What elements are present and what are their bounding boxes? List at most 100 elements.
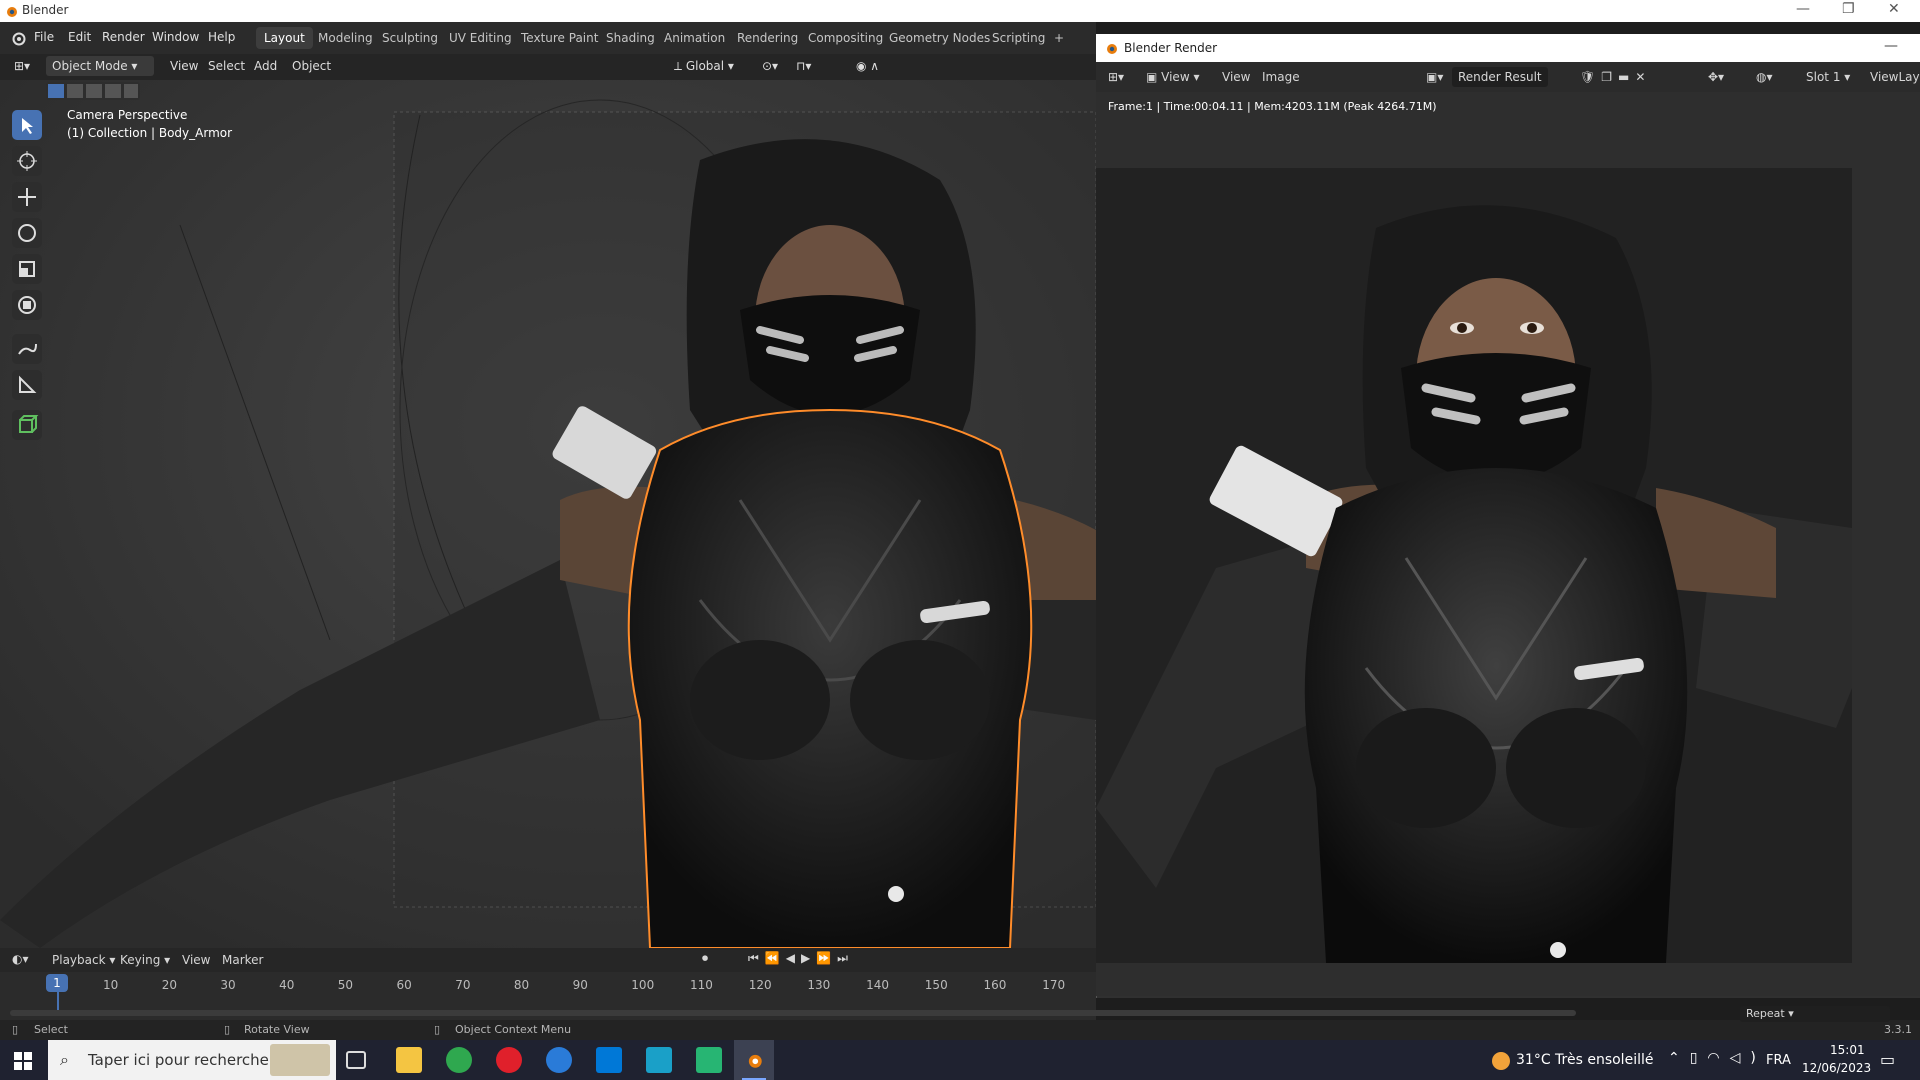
- opera-icon[interactable]: [496, 1047, 522, 1073]
- mode-dropdown[interactable]: Object Mode ▾: [46, 56, 154, 76]
- select-tool-icon[interactable]: [12, 110, 42, 140]
- render-minimize-icon[interactable]: —: [1884, 38, 1898, 54]
- cursor-tool-icon[interactable]: [12, 146, 42, 176]
- add-workspace-button[interactable]: +: [1046, 27, 1072, 49]
- tab-layout[interactable]: Layout: [256, 27, 313, 49]
- gizmo-icon[interactable]: ✥▾: [1708, 70, 1724, 84]
- menu-select[interactable]: Select: [202, 56, 251, 76]
- windows-start-icon[interactable]: [14, 1052, 32, 1070]
- menu-help[interactable]: Help: [208, 30, 235, 44]
- menu-rw-view[interactable]: View: [1222, 70, 1250, 84]
- frame-label: 170: [1042, 978, 1066, 992]
- selection-mode-group[interactable]: [46, 82, 140, 100]
- menu-object[interactable]: Object: [286, 56, 337, 76]
- playback-controls[interactable]: ⏮⏪◀▶⏩⏭: [748, 951, 854, 966]
- editor-type-icon[interactable]: ⊞▾: [8, 56, 36, 76]
- select-invert-icon[interactable]: [105, 84, 121, 98]
- view-layer-field[interactable]: ViewLaye: [1870, 70, 1920, 84]
- frame-label: 60: [396, 978, 412, 992]
- snap-icon[interactable]: ⊓▾: [790, 56, 817, 76]
- tab-texture-paint[interactable]: Texture Paint: [513, 27, 606, 49]
- restore-icon[interactable]: ❐: [1842, 1, 1855, 17]
- image-actions-icons[interactable]: 🛡❐▬✕: [1580, 70, 1651, 84]
- timeline-editor-icon[interactable]: ◐▾: [12, 952, 29, 966]
- image-editor-type-icon[interactable]: ⊞▾: [1108, 70, 1124, 84]
- 3d-viewport[interactable]: Camera Perspective (1) Collection | Body…: [0, 80, 1096, 948]
- chrome-icon[interactable]: [446, 1047, 472, 1073]
- menu-playback[interactable]: Playback ▾: [52, 953, 115, 967]
- close-icon[interactable]: ✕: [1888, 1, 1900, 17]
- app-m2-icon[interactable]: [696, 1047, 722, 1073]
- language-indicator[interactable]: FRA: [1766, 1053, 1791, 1068]
- measure-tool-icon[interactable]: [12, 370, 42, 400]
- taskbar-search-box[interactable]: ⌕ Taper ici pour rechercher: [48, 1040, 336, 1080]
- select-box-icon[interactable]: [48, 84, 64, 98]
- view-mode-dropdown[interactable]: ▣ View ▾: [1146, 70, 1199, 84]
- cortana-icon[interactable]: [546, 1047, 572, 1073]
- tab-scripting[interactable]: Scripting: [984, 27, 1053, 49]
- annotate-tool-icon[interactable]: [12, 334, 42, 364]
- menu-render[interactable]: Render: [102, 30, 145, 44]
- tab-compositing[interactable]: Compositing: [800, 27, 891, 49]
- image-browse-icon[interactable]: ▣▾: [1426, 70, 1443, 84]
- blender-logo-icon: [1107, 44, 1117, 54]
- proportional-icon[interactable]: ◉ ∧: [850, 56, 885, 76]
- minimize-icon[interactable]: —: [1796, 1, 1810, 17]
- weather-text[interactable]: 31°C Très ensoleillé: [1516, 1052, 1653, 1068]
- menu-keying[interactable]: Keying ▾: [120, 953, 170, 967]
- current-frame-indicator[interactable]: 1: [46, 974, 68, 992]
- record-icon[interactable]: ⏺: [702, 951, 708, 966]
- scale-tool-icon[interactable]: [12, 254, 42, 284]
- menu-window[interactable]: Window: [152, 30, 199, 44]
- tab-modeling[interactable]: Modeling: [310, 27, 381, 49]
- select-extend-icon[interactable]: [67, 84, 83, 98]
- app-m1-icon[interactable]: [646, 1047, 672, 1073]
- blender-menu-icon[interactable]: [10, 30, 26, 46]
- clock-time[interactable]: 15:01: [1830, 1043, 1865, 1057]
- tab-animation[interactable]: Animation: [656, 27, 733, 49]
- file-explorer-icon[interactable]: [396, 1047, 422, 1073]
- tab-geometry-nodes[interactable]: Geometry Nodes: [881, 27, 998, 49]
- menu-image[interactable]: Image: [1262, 70, 1300, 84]
- tab-shading[interactable]: Shading: [598, 27, 663, 49]
- transform-tool-icon[interactable]: [12, 290, 42, 320]
- menu-view[interactable]: View: [164, 56, 204, 76]
- select-intersect-icon[interactable]: [124, 84, 138, 98]
- menu-file[interactable]: File: [34, 30, 54, 44]
- slot-dropdown[interactable]: Slot 1 ▾: [1806, 70, 1850, 84]
- status-context: Object Context Menu: [455, 1023, 572, 1036]
- frame-label: 80: [513, 978, 530, 992]
- orientation-dropdown[interactable]: ⟂ Global ▾: [668, 56, 740, 76]
- timeline-header: ◐▾ Playback ▾ Keying ▾ View Marker ⏺ ⏮⏪◀…: [0, 948, 1096, 972]
- frame-label: 50: [337, 978, 354, 992]
- search-placeholder: Taper ici pour rechercher: [88, 1051, 276, 1069]
- task-view-icon[interactable]: [346, 1051, 366, 1069]
- repeat-dropdown[interactable]: Repeat ▾: [1740, 1006, 1890, 1022]
- tab-sculpting[interactable]: Sculpting: [374, 27, 446, 49]
- render-stats: Frame:1 | Time:00:04.11 | Mem:4203.11M (…: [1108, 100, 1437, 113]
- window-title: Blender: [22, 3, 69, 17]
- move-tool-icon[interactable]: [12, 182, 42, 212]
- frame-label: 120: [748, 978, 772, 992]
- system-tray-icons[interactable]: ⌃▯◠◁): [1668, 1050, 1766, 1066]
- store-icon[interactable]: [596, 1047, 622, 1073]
- menu-add[interactable]: Add: [248, 56, 283, 76]
- menu-marker[interactable]: Marker: [222, 953, 263, 967]
- pivot-icon[interactable]: ⊙▾: [756, 56, 784, 76]
- add-cube-tool-icon[interactable]: [12, 410, 42, 440]
- select-subtract-icon[interactable]: [86, 84, 102, 98]
- clock-date[interactable]: 12/06/2023: [1802, 1061, 1871, 1075]
- frame-label: 40: [279, 978, 295, 992]
- viewport-header: ⊞▾ Object Mode ▾ View Select Add Object …: [0, 54, 1096, 80]
- menu-edit[interactable]: Edit: [68, 30, 91, 44]
- image-name-field[interactable]: Render Result: [1452, 67, 1548, 87]
- search-highlight-icon: [270, 1044, 330, 1076]
- tab-rendering[interactable]: Rendering: [729, 27, 806, 49]
- menu-timeline-view[interactable]: View: [182, 953, 210, 967]
- tab-uv-editing[interactable]: UV Editing: [441, 27, 520, 49]
- blender-taskbar-button[interactable]: [734, 1040, 774, 1080]
- rotate-tool-icon[interactable]: [12, 218, 42, 248]
- overlay-icon[interactable]: ◍▾: [1756, 70, 1773, 84]
- notifications-icon[interactable]: ▭: [1880, 1050, 1895, 1069]
- timeline-scrollbar[interactable]: [10, 1010, 1576, 1016]
